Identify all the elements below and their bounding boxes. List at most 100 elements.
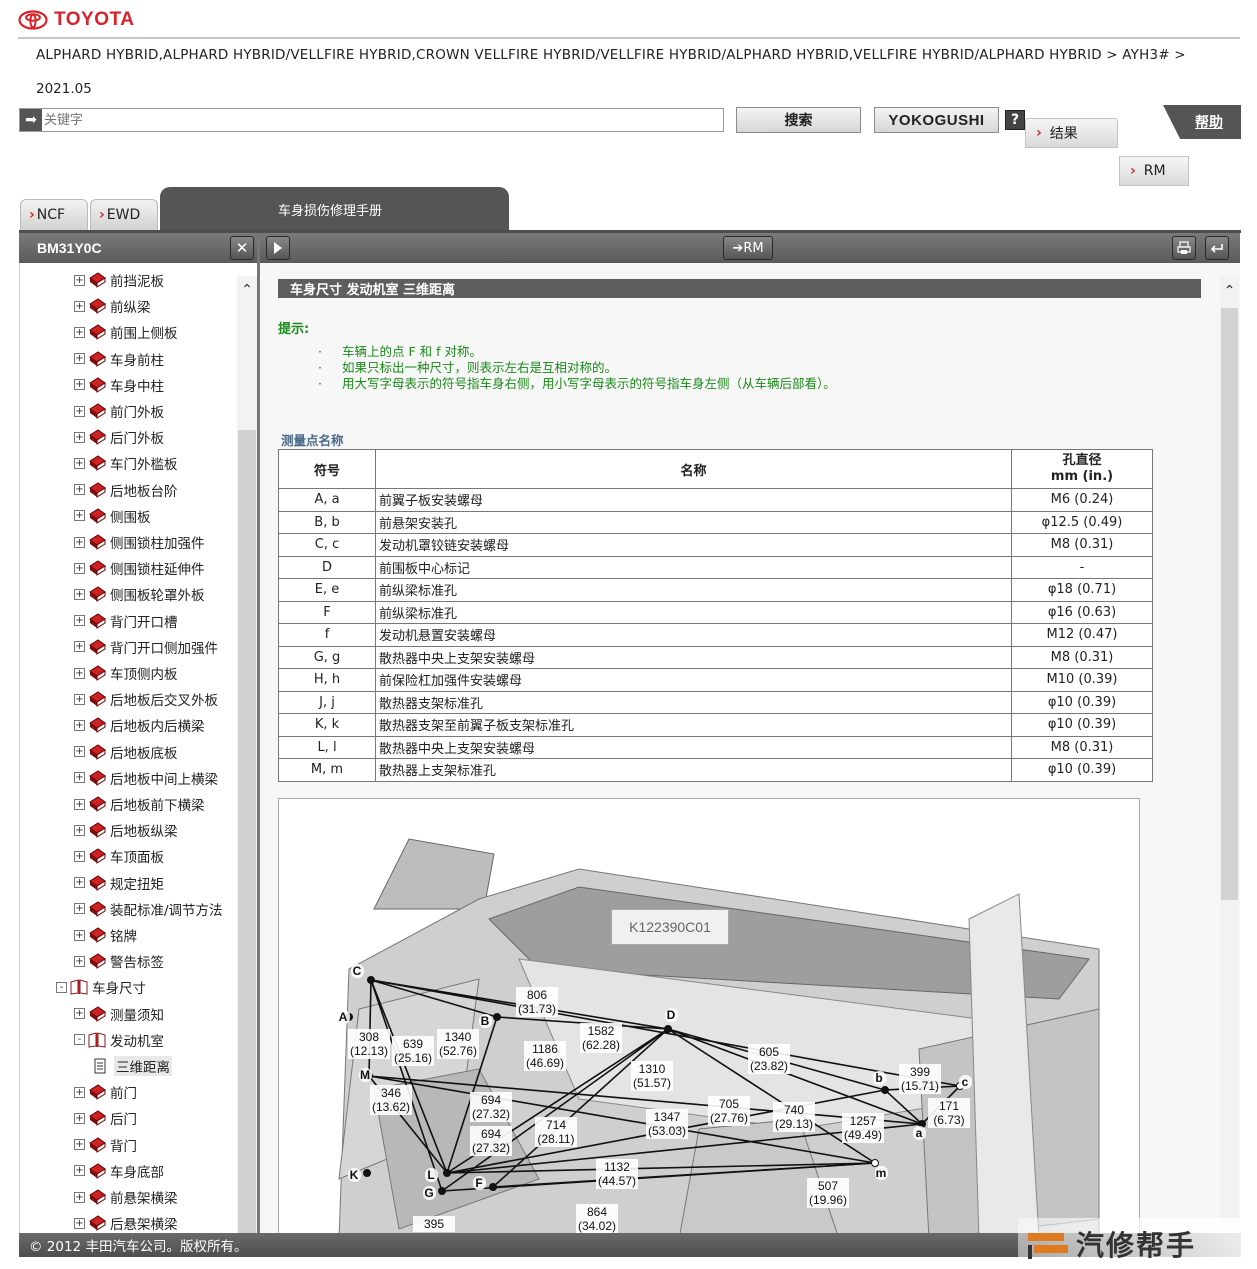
tree-item[interactable]: + 后悬架横梁 [74, 1210, 178, 1233]
expand-icon[interactable]: + [74, 300, 85, 312]
expand-icon[interactable]: + [74, 457, 85, 469]
rm-link-button[interactable]: ➔ RM [723, 236, 773, 260]
tree-item[interactable]: + 警告标签 [74, 948, 164, 974]
expand-icon[interactable]: + [74, 379, 85, 391]
tree-item[interactable]: + 后地板内后横梁 [74, 712, 205, 738]
yokogushi-button[interactable]: YOKOGUSHI [874, 107, 999, 133]
expand-icon[interactable]: + [74, 1008, 85, 1020]
play-icon[interactable] [266, 236, 290, 260]
expand-icon[interactable]: + [74, 1086, 85, 1098]
tab-rm[interactable]: › RM [1119, 156, 1189, 186]
right-scrollbar-thumb[interactable] [1221, 308, 1238, 900]
closed-book-icon [88, 1136, 106, 1153]
tree-item[interactable]: - 发动机室 [74, 1027, 164, 1053]
expand-icon[interactable]: + [74, 719, 85, 731]
tree-item-label: 车身前柱 [110, 352, 164, 369]
expand-icon[interactable]: + [74, 641, 85, 653]
tree-item[interactable]: + 车身前柱 [74, 346, 164, 372]
expand-icon[interactable]: + [74, 746, 85, 758]
left-scrollbar-thumb[interactable] [238, 430, 256, 1234]
expand-icon[interactable]: + [74, 1217, 85, 1229]
tree-item[interactable]: + 后地板中间上横梁 [74, 765, 218, 791]
search-input[interactable] [42, 110, 723, 130]
tree-item[interactable]: + 前门 [74, 1079, 137, 1105]
tree-item[interactable]: + 测量须知 [74, 1001, 164, 1027]
tree-item[interactable]: + 铭牌 [74, 922, 137, 948]
tree-item[interactable]: + 规定扭矩 [74, 870, 164, 896]
expand-icon[interactable]: + [74, 929, 85, 941]
tree-item[interactable]: + 背门开口槽 [74, 608, 178, 634]
expand-icon[interactable]: + [74, 562, 85, 574]
scroll-up-icon[interactable]: ⌃ [237, 282, 257, 300]
search-button[interactable]: 搜索 [736, 107, 861, 133]
expand-icon[interactable]: + [74, 536, 85, 548]
tree-item[interactable]: + 前悬架横梁 [74, 1184, 178, 1210]
expand-icon[interactable]: + [74, 588, 85, 600]
tree-item[interactable]: + 车顶面板 [74, 843, 164, 869]
breadcrumb[interactable]: ALPHARD HYBRID,ALPHARD HYBRID/VELLFIRE H… [36, 47, 1186, 63]
close-icon[interactable]: ✕ [230, 236, 254, 260]
tree-item[interactable]: + 车顶侧内板 [74, 660, 178, 686]
tree-item[interactable]: + 车身中柱 [74, 372, 164, 398]
expand-icon[interactable]: + [74, 274, 85, 286]
tree-item[interactable]: - 车身尺寸 [56, 974, 146, 1000]
tree-item[interactable]: + 侧围锁柱加强件 [74, 529, 205, 555]
figure-id-label: K122390C01 [611, 909, 729, 945]
tree-item[interactable]: + 后门外板 [74, 424, 164, 450]
point-label: D [667, 1008, 676, 1022]
expand-icon[interactable]: + [74, 877, 85, 889]
expand-icon[interactable]: + [74, 1112, 85, 1124]
help-question-icon[interactable]: ? [1005, 110, 1025, 130]
tree-item[interactable]: + 装配标准/调节方法 [74, 896, 223, 922]
tree-item[interactable]: + 前纵梁 [74, 293, 151, 319]
tree-item[interactable]: + 侧围板轮罩外板 [74, 581, 205, 607]
expand-icon[interactable]: + [74, 1191, 85, 1203]
expand-icon[interactable]: + [74, 850, 85, 862]
expand-icon[interactable]: + [74, 1165, 85, 1177]
expand-icon[interactable]: + [74, 667, 85, 679]
tab-help[interactable]: 帮助 [1163, 105, 1241, 139]
tree-item[interactable]: + 侧围锁柱延伸件 [74, 555, 205, 581]
tree-item[interactable]: + 后地板前下横梁 [74, 791, 205, 817]
expand-icon[interactable]: + [74, 405, 85, 417]
tree-item[interactable]: + 前围上侧板 [74, 319, 178, 345]
scroll-up-icon[interactable]: ⌃ [1220, 283, 1239, 299]
tree-item[interactable]: + 后门 [74, 1105, 137, 1131]
tree-item[interactable]: + 前门外板 [74, 398, 164, 424]
expand-icon[interactable]: + [74, 798, 85, 810]
tree-item[interactable]: + 侧围板 [74, 503, 151, 529]
expand-icon[interactable]: + [74, 693, 85, 705]
tab-ewd[interactable]: › EWD [90, 199, 158, 230]
tree-item[interactable]: 三维距离 [92, 1053, 172, 1079]
closed-book-icon [88, 848, 106, 865]
tab-result[interactable]: › 结果 [1025, 118, 1118, 148]
tab-ncf[interactable]: › NCF [20, 199, 88, 230]
measurement-point [438, 1187, 446, 1195]
expand-icon[interactable]: + [74, 510, 85, 522]
tree-item[interactable]: + 背门开口侧加强件 [74, 634, 218, 660]
collapse-icon[interactable]: - [74, 1034, 85, 1046]
expand-icon[interactable]: + [74, 903, 85, 915]
tab-body-repair-manual[interactable]: 车身损伤修理手册 [160, 187, 509, 232]
tree-item[interactable]: + 后地板后交叉外板 [74, 686, 218, 712]
arrow-right-icon[interactable]: ➡ [20, 109, 42, 131]
expand-icon[interactable]: + [74, 1139, 85, 1151]
expand-icon[interactable]: + [74, 326, 85, 338]
print-icon[interactable] [1172, 236, 1196, 260]
tree-item[interactable]: + 后地板台阶 [74, 477, 178, 503]
expand-icon[interactable]: + [74, 431, 85, 443]
expand-icon[interactable]: + [74, 353, 85, 365]
tree-item[interactable]: + 后地板底板 [74, 739, 178, 765]
tree-item[interactable]: + 车身底部 [74, 1158, 164, 1184]
tree-item[interactable]: + 车门外槛板 [74, 450, 178, 476]
back-icon[interactable] [1205, 236, 1229, 260]
expand-icon[interactable]: + [74, 484, 85, 496]
tree-item[interactable]: + 背门 [74, 1132, 137, 1158]
tree-item[interactable]: + 前挡泥板 [74, 267, 164, 293]
expand-icon[interactable]: + [74, 955, 85, 967]
expand-icon[interactable]: + [74, 824, 85, 836]
collapse-icon[interactable]: - [56, 981, 67, 993]
tree-item[interactable]: + 后地板纵梁 [74, 817, 178, 843]
expand-icon[interactable]: + [74, 615, 85, 627]
expand-icon[interactable]: + [74, 772, 85, 784]
